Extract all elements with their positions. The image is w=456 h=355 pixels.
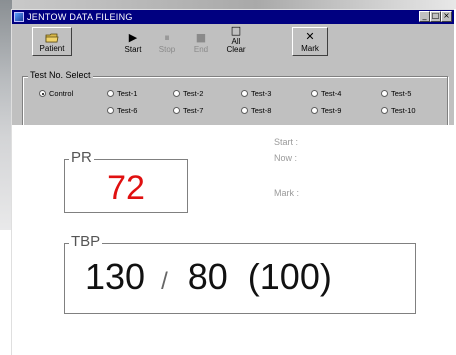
radio-label: Test-3 [251, 89, 272, 98]
radio-label: Test-10 [391, 106, 416, 115]
pause-icon: ⏸ [164, 31, 170, 44]
radio-dot [107, 90, 114, 97]
radio-test-5[interactable]: Test-5 [381, 89, 411, 98]
tbp-separator: / [161, 268, 168, 295]
start-label: Start [124, 45, 142, 54]
radio-test-9[interactable]: Test-9 [311, 106, 341, 115]
monitor-area: PR 72 Start : Now : Mark : TBP 130 / 80 … [12, 125, 454, 355]
toolbar: Patient ▶ Start ⏸ Stop ■ End □ All Clear … [12, 24, 454, 62]
tbp-panel: TBP 130 / 80 (100) [64, 234, 416, 314]
radio-label: Test-7 [183, 106, 204, 115]
now-time-label: Now : [274, 153, 298, 163]
radio-test-6[interactable]: Test-6 [107, 106, 137, 115]
pr-value: 72 [107, 169, 145, 207]
radio-label: Test-4 [321, 89, 342, 98]
mark-label: Mark [301, 44, 319, 53]
tbp-label: TBP [69, 233, 103, 250]
pr-panel: PR 72 [64, 150, 188, 213]
radio-dot [381, 90, 388, 97]
start-time-label: Start : [274, 137, 299, 147]
end-label: End [193, 45, 209, 54]
test-select-title: Test No. Select [28, 70, 93, 80]
radio-dot [107, 107, 114, 114]
maximize-button[interactable]: □ [430, 11, 441, 22]
radio-label: Test-5 [391, 89, 412, 98]
patient-label: Patient [39, 44, 65, 53]
stop-button[interactable]: ⏸ Stop [154, 27, 180, 56]
mark-button[interactable]: ✕ Mark [292, 27, 328, 56]
stop-square-icon: ■ [195, 31, 207, 44]
stop-label: Stop [158, 45, 176, 54]
start-button[interactable]: ▶ Start [120, 27, 146, 56]
patient-button[interactable]: Patient [32, 27, 72, 56]
tbp-diastolic: 80 [187, 256, 228, 297]
radio-label: Test-9 [321, 106, 342, 115]
radio-test-8[interactable]: Test-8 [241, 106, 271, 115]
mark-x-icon: ✕ [305, 30, 315, 43]
radio-dot [381, 107, 388, 114]
radio-test-4[interactable]: Test-4 [311, 89, 341, 98]
folder-icon [45, 33, 59, 43]
radio-test-1[interactable]: Test-1 [107, 89, 137, 98]
radio-control[interactable]: Control [39, 89, 73, 98]
background-strip [12, 0, 456, 9]
all-clear-label: All Clear [226, 38, 245, 56]
radio-label: Control [49, 89, 74, 98]
radio-test-10[interactable]: Test-10 [381, 106, 416, 115]
radio-label: Test-6 [117, 106, 138, 115]
all-clear-line2: Clear [226, 45, 246, 54]
radio-label: Test-2 [183, 89, 204, 98]
radio-dot [241, 107, 248, 114]
test-select-group: Test No. Select Control Test-1 Test-2 Te… [22, 70, 448, 126]
app-window: JENTOW DATA FILEING _ □ × Patient ▶ Star… [11, 9, 454, 355]
mark-time-label: Mark : [274, 188, 300, 198]
radio-dot-selected [39, 90, 46, 97]
tbp-systolic: 130 [85, 256, 146, 297]
title-bar[interactable]: JENTOW DATA FILEING _ □ × [12, 10, 454, 24]
radio-dot [173, 90, 180, 97]
window-controls: _ □ × [419, 11, 452, 22]
radio-test-7[interactable]: Test-7 [173, 106, 203, 115]
window-title: JENTOW DATA FILEING [27, 12, 133, 22]
radio-test-3[interactable]: Test-3 [241, 89, 271, 98]
minimize-button[interactable]: _ [419, 11, 430, 22]
end-button[interactable]: ■ End [188, 27, 214, 56]
radio-dot [311, 107, 318, 114]
radio-label: Test-8 [251, 106, 272, 115]
radio-dot [311, 90, 318, 97]
tbp-readout: 130 / 80 (100) [85, 259, 332, 300]
radio-dot [173, 107, 180, 114]
close-button[interactable]: × [441, 11, 452, 22]
tbp-mean: (100) [247, 256, 332, 297]
radio-dot [241, 90, 248, 97]
clear-icon: □ [230, 24, 242, 37]
radio-label: Test-1 [117, 89, 138, 98]
app-icon [14, 12, 24, 22]
radio-test-2[interactable]: Test-2 [173, 89, 203, 98]
pr-label: PR [69, 149, 94, 166]
all-clear-button[interactable]: □ All Clear [222, 24, 250, 56]
play-icon: ▶ [128, 31, 138, 44]
